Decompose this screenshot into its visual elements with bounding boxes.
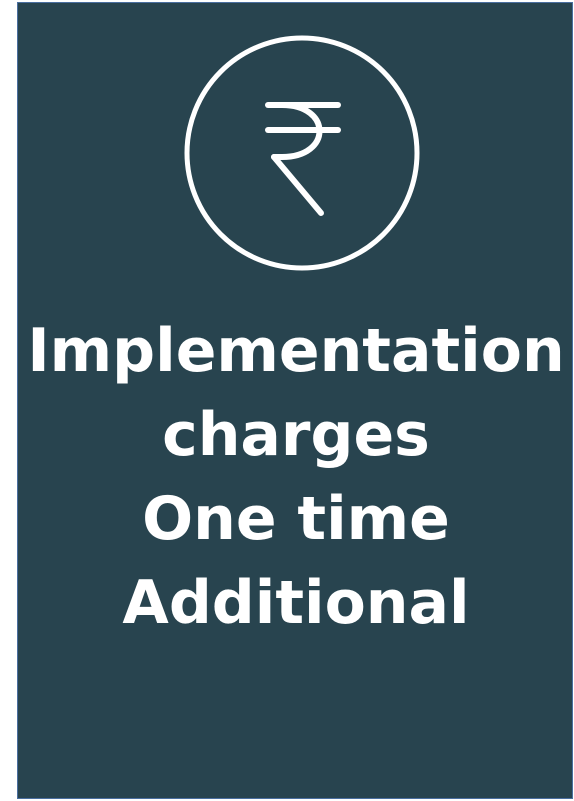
line-charges: charges — [162, 400, 430, 470]
rupee-icon — [182, 33, 422, 273]
line-implementation: Implementation — [27, 316, 565, 386]
line-one-time: One time — [142, 484, 450, 554]
line-additional: Additional — [122, 568, 470, 638]
card-text: Implementation charges One time Addition… — [18, 309, 574, 645]
charges-card: Implementation charges One time Addition… — [17, 2, 573, 799]
